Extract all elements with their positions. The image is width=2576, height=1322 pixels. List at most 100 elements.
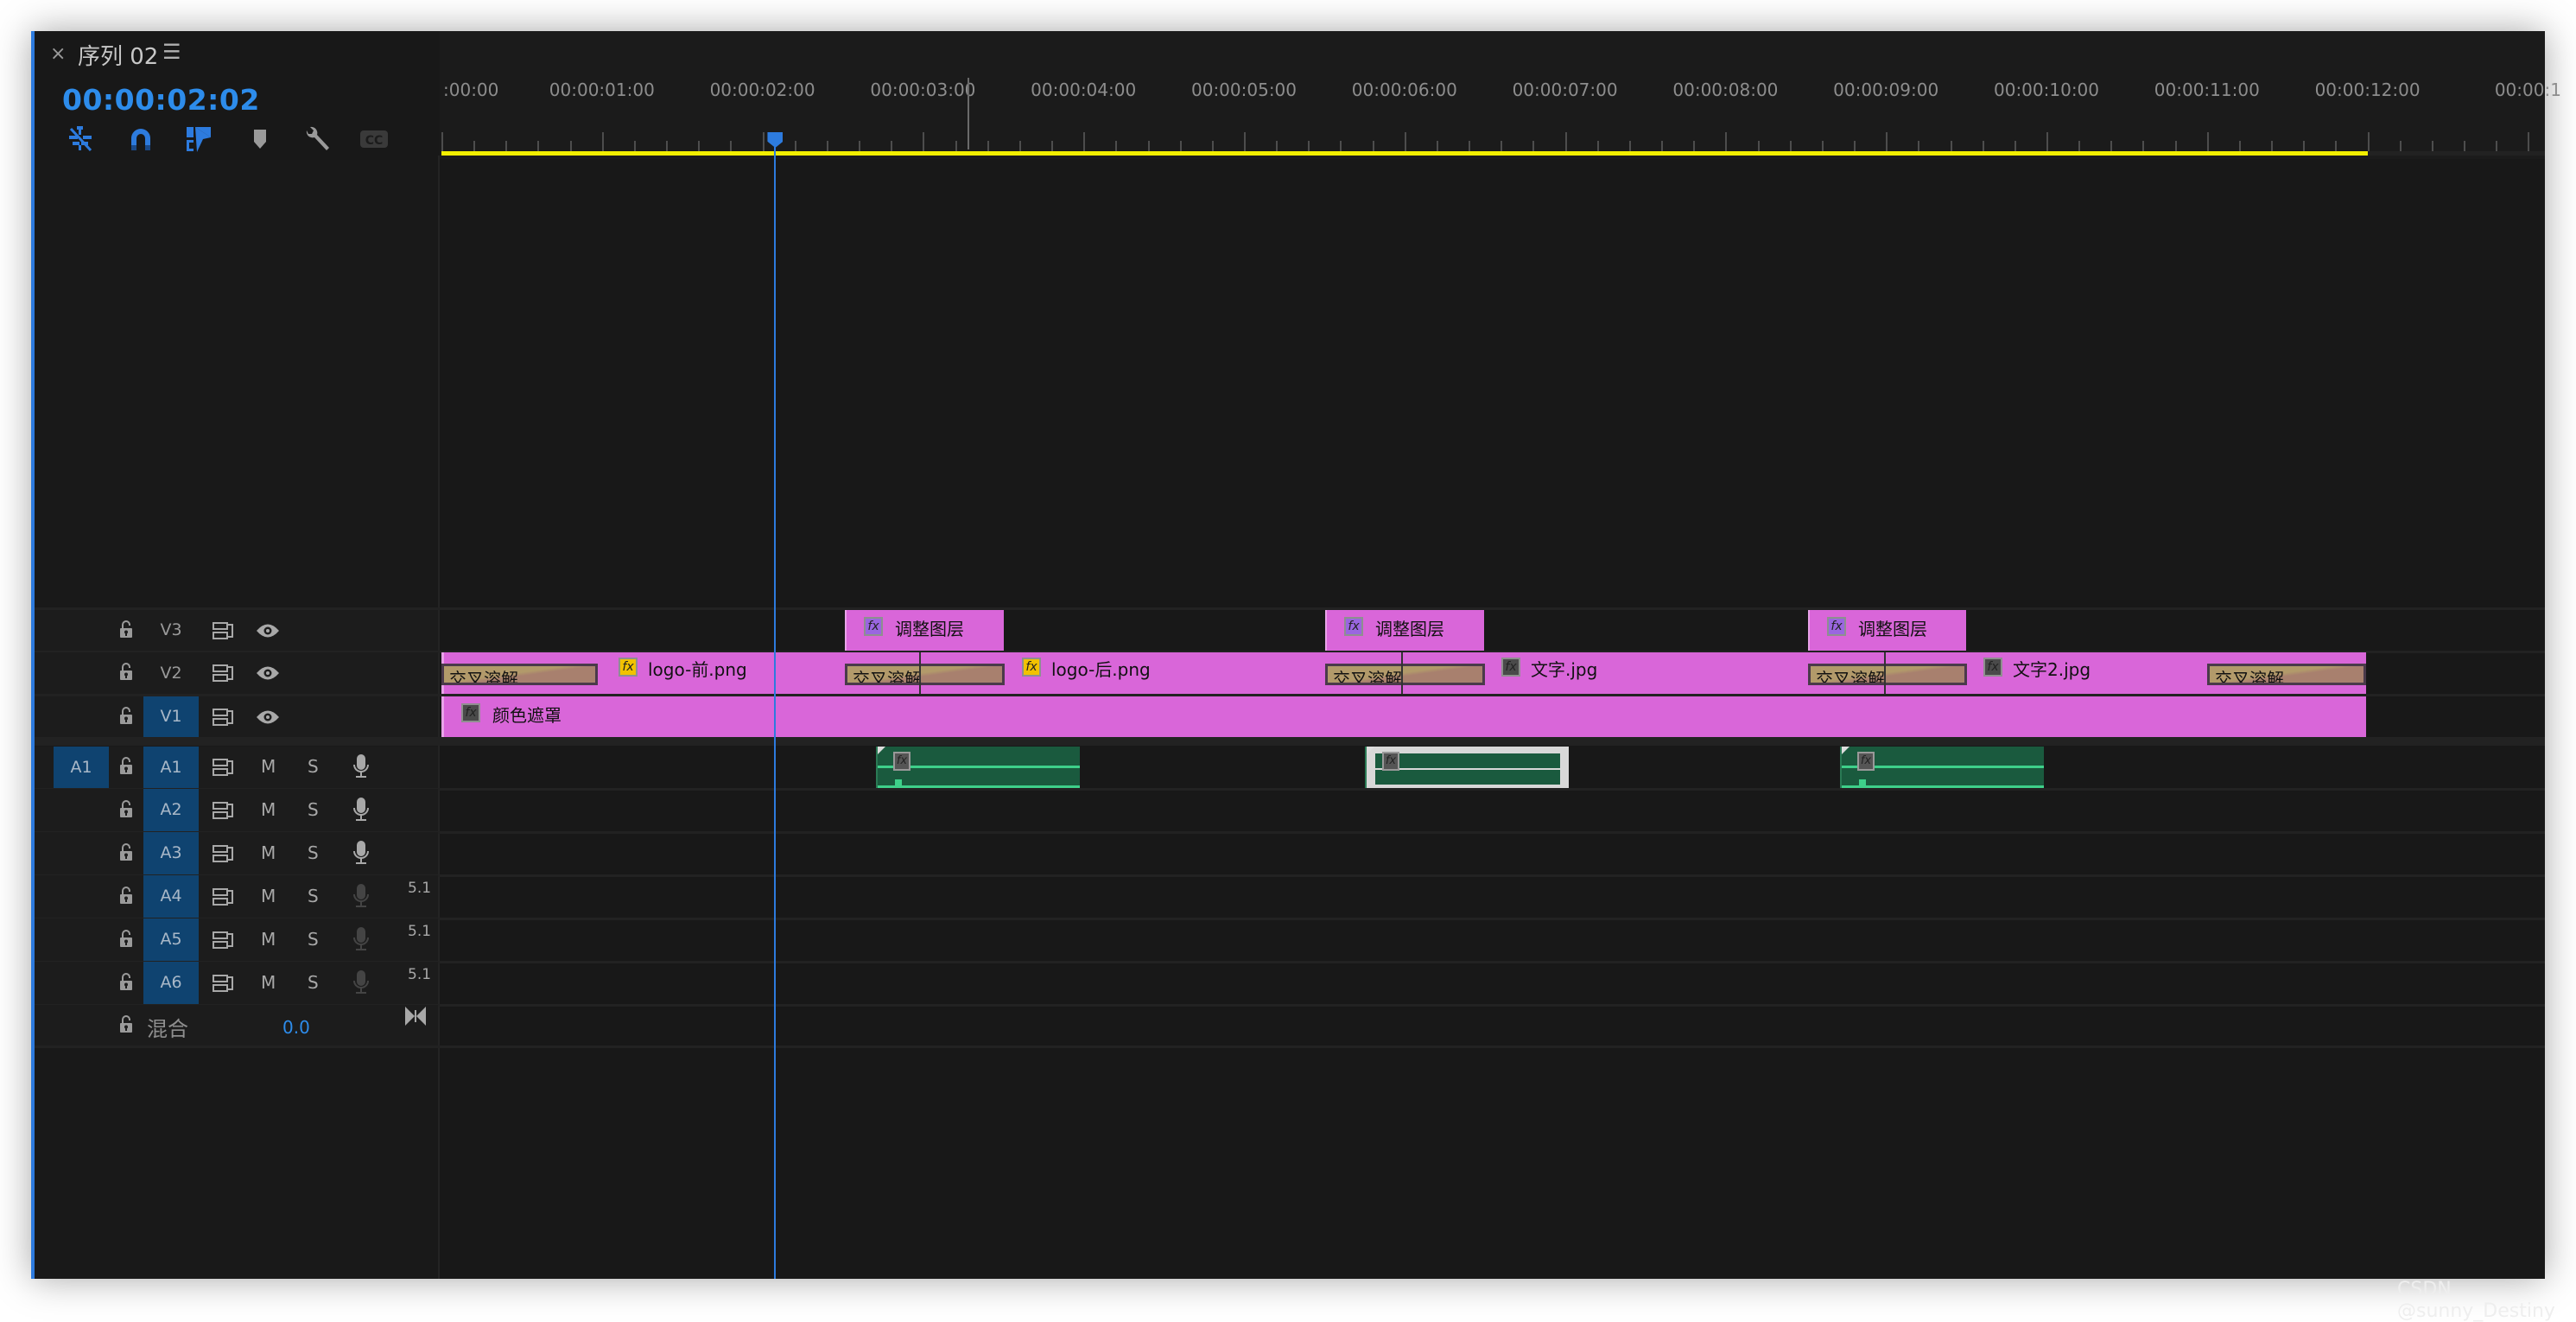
- linked-selection-icon[interactable]: [186, 126, 212, 152]
- clip-adjustment-layer[interactable]: fx 调整图层: [1808, 610, 1966, 651]
- transition-cross-dissolve[interactable]: 交叉溶解: [2207, 664, 2366, 685]
- snap-nest-icon[interactable]: [67, 126, 93, 152]
- track-target-a2[interactable]: A2: [143, 789, 199, 831]
- voiceover-mic-icon[interactable]: [353, 797, 369, 825]
- mute-button[interactable]: M: [261, 842, 276, 863]
- channel-format-label: 5.1: [408, 923, 432, 940]
- ruler-label: 00:00:10:00: [1993, 79, 2100, 100]
- panel-menu-icon[interactable]: ☰: [162, 40, 181, 64]
- sync-lock-icon[interactable]: [213, 844, 233, 867]
- sync-lock-icon[interactable]: [213, 887, 233, 910]
- sync-lock-icon[interactable]: [213, 621, 233, 644]
- voiceover-mic-icon[interactable]: [353, 926, 369, 955]
- track-header-bg: [35, 610, 438, 651]
- ruler-major-tick: [1083, 132, 1086, 151]
- ruler-minor-tick: [826, 141, 828, 151]
- work-area-bar[interactable]: [441, 151, 2368, 156]
- add-marker-icon[interactable]: [247, 126, 273, 152]
- sync-lock-icon[interactable]: [213, 758, 233, 780]
- clip-adjustment-layer[interactable]: fx 调整图层: [1325, 610, 1484, 651]
- captions-icon[interactable]: CC: [359, 126, 389, 152]
- eye-visibility-icon[interactable]: [256, 665, 280, 684]
- transition-cross-dissolve[interactable]: 交叉溶解: [441, 664, 598, 685]
- mute-button[interactable]: M: [261, 756, 276, 777]
- track-target-v1[interactable]: V1: [143, 696, 199, 737]
- wrench-icon[interactable]: [304, 126, 330, 152]
- track-lock-icon[interactable]: [119, 972, 133, 994]
- solo-button[interactable]: S: [308, 972, 319, 993]
- clip-color-matte[interactable]: fx 颜色遮罩: [441, 696, 2366, 737]
- track-target-a6[interactable]: A6: [143, 962, 199, 1004]
- ruler-label: 00:00:06:00: [1351, 79, 1457, 100]
- track-lock-icon[interactable]: [119, 929, 133, 950]
- mix-lock-icon[interactable]: [119, 1014, 133, 1036]
- mute-button[interactable]: M: [261, 972, 276, 993]
- ruler-label: 00:00:01:00: [549, 79, 655, 100]
- clip-adjustment-layer[interactable]: fx 调整图层: [845, 610, 1004, 651]
- sequence-tab-title[interactable]: 序列 02: [78, 39, 158, 71]
- solo-button[interactable]: S: [308, 799, 319, 820]
- ruler-track: [2367, 151, 2545, 156]
- ruler-minor-tick: [955, 141, 957, 151]
- ruler-label: 00:00:08:00: [1672, 79, 1779, 100]
- transition-cross-dissolve[interactable]: 交叉溶解: [845, 664, 1005, 685]
- ruler-major-tick: [2528, 132, 2530, 151]
- ruler-minor-tick: [1115, 141, 1118, 151]
- ruler-minor-tick: [569, 141, 572, 151]
- ruler-major-tick: [923, 132, 925, 151]
- track-target-v2[interactable]: V2: [143, 652, 199, 694]
- ruler-minor-tick: [633, 141, 636, 151]
- solo-button[interactable]: S: [308, 886, 319, 906]
- solo-button[interactable]: S: [308, 842, 319, 863]
- audio-clip[interactable]: fx: [1840, 747, 2044, 788]
- mute-button[interactable]: M: [261, 929, 276, 950]
- clip-corner-marker: [1842, 747, 1850, 754]
- track-target-a3[interactable]: A3: [143, 832, 199, 874]
- playhead-timecode[interactable]: 00:00:02:02: [62, 83, 260, 117]
- track-target-a4[interactable]: A4: [143, 875, 199, 918]
- sync-lock-icon[interactable]: [213, 974, 233, 996]
- track-lock-icon[interactable]: [119, 886, 133, 907]
- track-lock-icon[interactable]: [119, 842, 133, 864]
- voiceover-mic-icon[interactable]: [353, 969, 369, 998]
- solo-button[interactable]: S: [308, 756, 319, 777]
- sync-lock-icon[interactable]: [213, 708, 233, 730]
- collapse-expand-icon[interactable]: [405, 1006, 426, 1029]
- voiceover-mic-icon[interactable]: [353, 840, 369, 868]
- sync-lock-icon[interactable]: [213, 801, 233, 823]
- playhead-line[interactable]: [774, 147, 777, 1279]
- track-target-a5[interactable]: A5: [143, 918, 199, 961]
- transition-center-line: [1401, 664, 1403, 685]
- mute-button[interactable]: M: [261, 886, 276, 906]
- ruler-minor-tick: [794, 141, 796, 151]
- close-tab-icon[interactable]: ×: [50, 43, 66, 65]
- eye-visibility-icon[interactable]: [256, 623, 280, 642]
- source-patch-a1[interactable]: A1: [54, 747, 109, 788]
- track-target-a1[interactable]: A1: [143, 747, 199, 788]
- eye-visibility-icon[interactable]: [256, 709, 280, 728]
- clip-name: 颜色遮罩: [492, 705, 562, 726]
- transition-cross-dissolve[interactable]: 交叉溶解: [1325, 664, 1485, 685]
- voiceover-mic-icon[interactable]: [353, 883, 369, 912]
- voiceover-mic-icon[interactable]: [353, 754, 369, 782]
- audio-clip[interactable]: fx: [876, 747, 1080, 788]
- snap-magnet-icon[interactable]: [128, 126, 154, 152]
- video-audio-separator[interactable]: [35, 737, 2545, 746]
- track-lock-icon[interactable]: [119, 663, 133, 683]
- solo-button[interactable]: S: [308, 929, 319, 950]
- track-lock-icon[interactable]: [119, 620, 133, 641]
- channel-format-label: 5.1: [408, 880, 432, 897]
- track-lock-icon[interactable]: [119, 706, 133, 728]
- track-lock-icon[interactable]: [119, 757, 133, 778]
- audio-clip-selected[interactable]: fx: [1365, 747, 1569, 788]
- ruler-minor-tick: [1147, 141, 1150, 151]
- clip-corner-marker: [878, 747, 885, 754]
- mix-volume-value[interactable]: 0.0: [282, 1017, 310, 1038]
- track-lock-icon[interactable]: [119, 799, 133, 821]
- transition-cross-dissolve[interactable]: 交叉溶解: [1808, 664, 1967, 685]
- sync-lock-icon[interactable]: [213, 664, 233, 686]
- mute-button[interactable]: M: [261, 799, 276, 820]
- header-divider[interactable]: [438, 156, 440, 1279]
- sync-lock-icon[interactable]: [213, 931, 233, 953]
- track-target-v3[interactable]: V3: [143, 610, 199, 651]
